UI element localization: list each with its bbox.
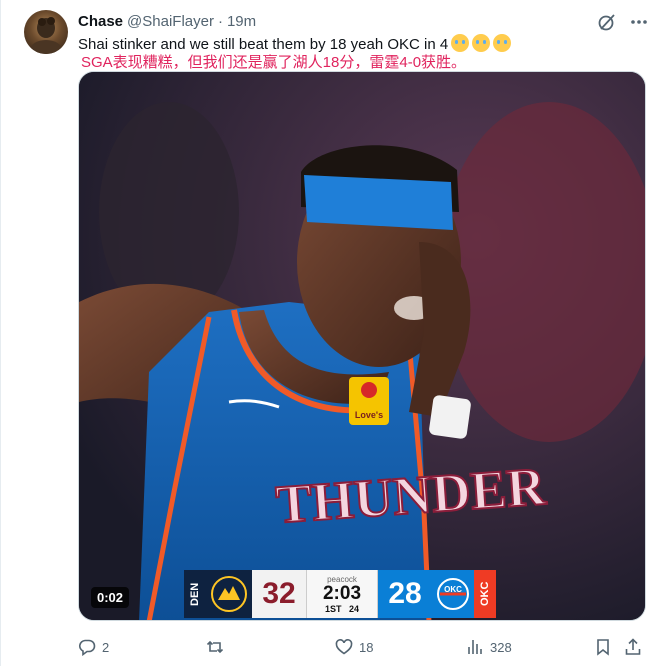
bookmark-button[interactable] <box>594 632 612 662</box>
heart-icon <box>335 639 353 655</box>
views-button[interactable]: 328 <box>466 632 512 662</box>
tweet-header: Chase @ShaiFlayer · 19m <box>78 10 256 32</box>
view-count: 328 <box>490 639 512 655</box>
like-count: 18 <box>359 639 374 655</box>
okc-score: 28 <box>378 570 432 618</box>
video-player[interactable]: Love's THUNDER 0:02 DEN 32 peacock 2:03 … <box>78 71 646 621</box>
translation-text: SGA表现糟糕，但我们还是赢了湖人18分，雷霆4-0获胜。 <box>81 54 467 71</box>
den-tag: DEN <box>184 570 206 618</box>
reply-button[interactable]: 2 <box>78 632 109 662</box>
reply-count: 2 <box>102 639 110 655</box>
den-score: 32 <box>252 570 306 618</box>
share-icon <box>625 638 641 655</box>
shot-clock: 24 <box>349 603 360 614</box>
reply-icon <box>79 639 96 656</box>
nuggets-logo-icon <box>206 570 252 618</box>
avatar[interactable] <box>24 10 68 54</box>
retweet-button[interactable] <box>206 632 230 662</box>
author-name[interactable]: Chase <box>78 13 123 30</box>
game-clock-panel: peacock 2:03 1ST 24 <box>306 570 378 618</box>
grok-icon[interactable] <box>597 12 617 32</box>
loudly-crying-face-emoji <box>472 34 491 52</box>
analytics-icon <box>468 640 482 654</box>
tweet[interactable]: Chase @ShaiFlayer · 19m Shai stinker and… <box>0 0 666 666</box>
loudly-crying-face-emoji <box>493 34 512 52</box>
game-clock: 2:03 <box>322 582 362 604</box>
video-frame: Love's THUNDER <box>79 72 645 620</box>
separator-dot: · <box>217 12 223 30</box>
author-handle[interactable]: @ShaiFlayer <box>127 13 214 30</box>
timestamp[interactable]: 19m <box>227 13 256 30</box>
video-duration: 0:02 <box>91 587 130 608</box>
period-row: 1ST 24 <box>325 604 359 614</box>
svg-text:Love's: Love's <box>355 410 383 420</box>
period: 1ST <box>324 603 342 614</box>
okc-tag: OKC <box>474 570 496 618</box>
svg-text:OKC: OKC <box>444 585 462 594</box>
more-options-icon[interactable] <box>629 12 649 32</box>
action-bar: 2 18 328 <box>78 632 646 662</box>
retweet-icon <box>206 640 224 654</box>
loudly-crying-face-emoji <box>451 34 470 52</box>
bookmark-icon <box>597 639 609 656</box>
scorebug: DEN 32 peacock 2:03 1ST 24 28 OKC OKC <box>184 570 544 618</box>
like-button[interactable]: 18 <box>335 632 373 662</box>
thunder-logo-icon: OKC <box>432 570 474 618</box>
share-button[interactable] <box>624 632 642 662</box>
